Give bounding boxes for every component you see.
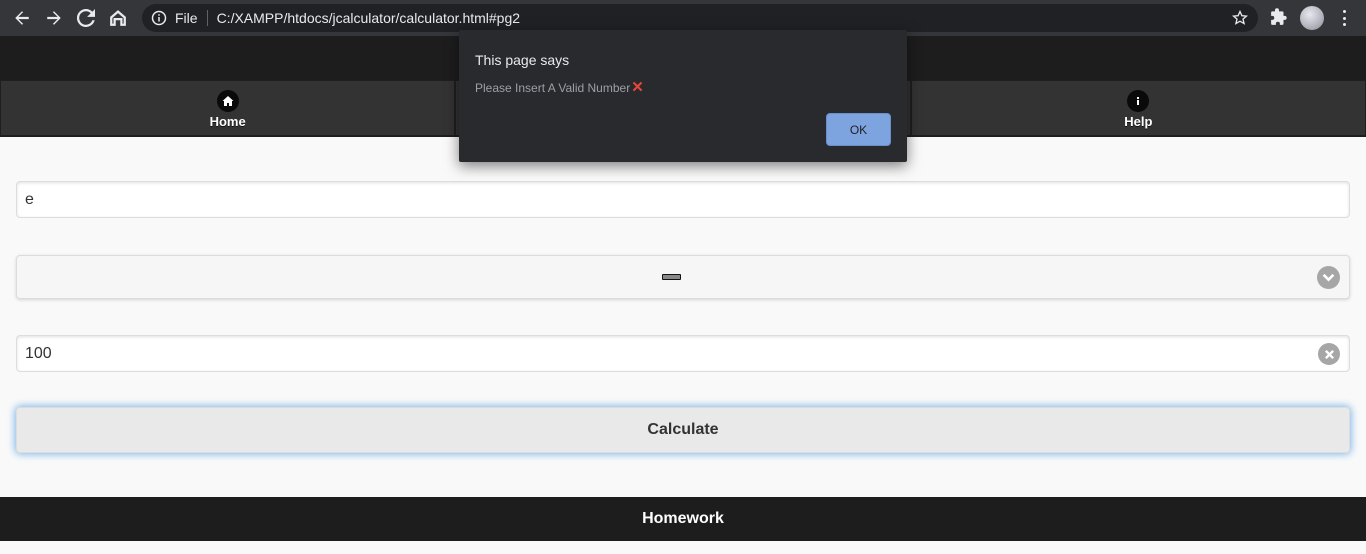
back-arrow-icon xyxy=(15,11,29,25)
home-icon xyxy=(216,89,239,112)
second-number-input[interactable]: 100 xyxy=(16,335,1350,372)
browser-menu-icon[interactable] xyxy=(1336,8,1352,28)
address-separator xyxy=(206,10,208,26)
info-icon xyxy=(1127,89,1150,112)
minus-operator-icon xyxy=(662,274,681,280)
footer: Homework xyxy=(0,497,1366,541)
dialog-message: Please Insert A Valid Number xyxy=(475,81,631,95)
bookmark-star-icon[interactable] xyxy=(1232,10,1248,26)
cross-mark-icon: ✕ xyxy=(631,79,644,96)
browser-home-icon xyxy=(110,10,126,26)
nav-item-help[interactable]: Help xyxy=(910,80,1366,136)
address-bar[interactable]: File C:/XAMPP/htdocs/jcalculator/calcula… xyxy=(142,4,1258,32)
home-button[interactable] xyxy=(102,2,134,34)
reload-icon xyxy=(77,9,95,27)
operator-select[interactable] xyxy=(16,255,1350,299)
extensions-puzzle-icon[interactable] xyxy=(1270,8,1288,26)
first-number-input[interactable]: e xyxy=(16,181,1350,218)
site-info-icon[interactable] xyxy=(151,10,167,26)
nav-label-help: Help xyxy=(1124,113,1153,129)
back-button[interactable] xyxy=(6,2,38,34)
file-label: File xyxy=(175,10,198,26)
reload-button[interactable] xyxy=(70,2,102,34)
second-number-value: 100 xyxy=(25,345,52,362)
alert-dialog: This page says Please Insert A Valid Num… xyxy=(459,30,907,162)
calculate-button[interactable]: Calculate xyxy=(16,407,1350,453)
forward-arrow-icon xyxy=(47,11,61,25)
url-text[interactable]: C:/XAMPP/htdocs/jcalculator/calculator.h… xyxy=(217,10,520,26)
dialog-title: This page says xyxy=(475,52,570,68)
clear-input-icon[interactable] xyxy=(1318,343,1340,365)
dialog-ok-button[interactable]: OK xyxy=(826,113,891,146)
nav-label-home: Home xyxy=(209,113,246,129)
footer-title: Homework xyxy=(642,510,724,527)
profile-avatar[interactable] xyxy=(1300,6,1324,30)
forward-button[interactable] xyxy=(38,2,70,34)
chevron-down-icon xyxy=(1317,266,1340,289)
first-number-value: e xyxy=(25,191,34,208)
nav-item-home[interactable]: Home xyxy=(0,80,456,136)
dialog-message-row: Please Insert A Valid Number ✕ xyxy=(475,79,644,96)
